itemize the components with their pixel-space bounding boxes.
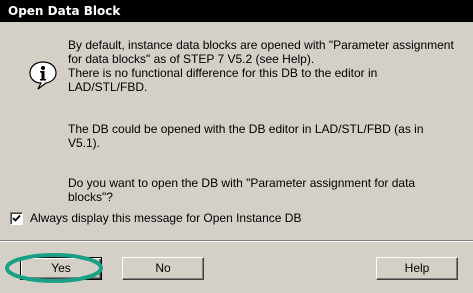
title-bar: Open Data Block bbox=[0, 0, 473, 22]
separator-highlight bbox=[0, 241, 473, 242]
yes-button[interactable]: Yes bbox=[20, 257, 102, 280]
message-line: There is no functional difference for th… bbox=[68, 66, 378, 80]
message-line: blocks"? bbox=[68, 190, 113, 204]
message-paragraph-2: The DB could be opened with the DB edito… bbox=[68, 122, 468, 150]
message-line: Do you want to open the DB with "Paramet… bbox=[68, 176, 416, 190]
message-paragraph-3: Do you want to open the DB with "Paramet… bbox=[68, 176, 468, 204]
message-line: V5.1). bbox=[68, 136, 101, 150]
message-paragraph-1: By default, instance data blocks are ope… bbox=[68, 38, 468, 94]
message-line: LAD/STL/FBD. bbox=[68, 80, 148, 94]
message-line: for data blocks" as of STEP 7 V5.2 (see … bbox=[68, 52, 315, 66]
message-line: By default, instance data blocks are ope… bbox=[68, 38, 454, 52]
checkbox-label[interactable]: Always display this message for Open Ins… bbox=[30, 211, 301, 225]
help-button[interactable]: Help bbox=[376, 257, 458, 280]
message-line: The DB could be opened with the DB edito… bbox=[68, 122, 424, 136]
checkmark-icon bbox=[12, 214, 21, 222]
dialog-title: Open Data Block bbox=[8, 4, 121, 18]
always-display-checkbox[interactable] bbox=[10, 212, 23, 225]
info-icon bbox=[28, 60, 58, 90]
no-button[interactable]: No bbox=[122, 257, 204, 280]
